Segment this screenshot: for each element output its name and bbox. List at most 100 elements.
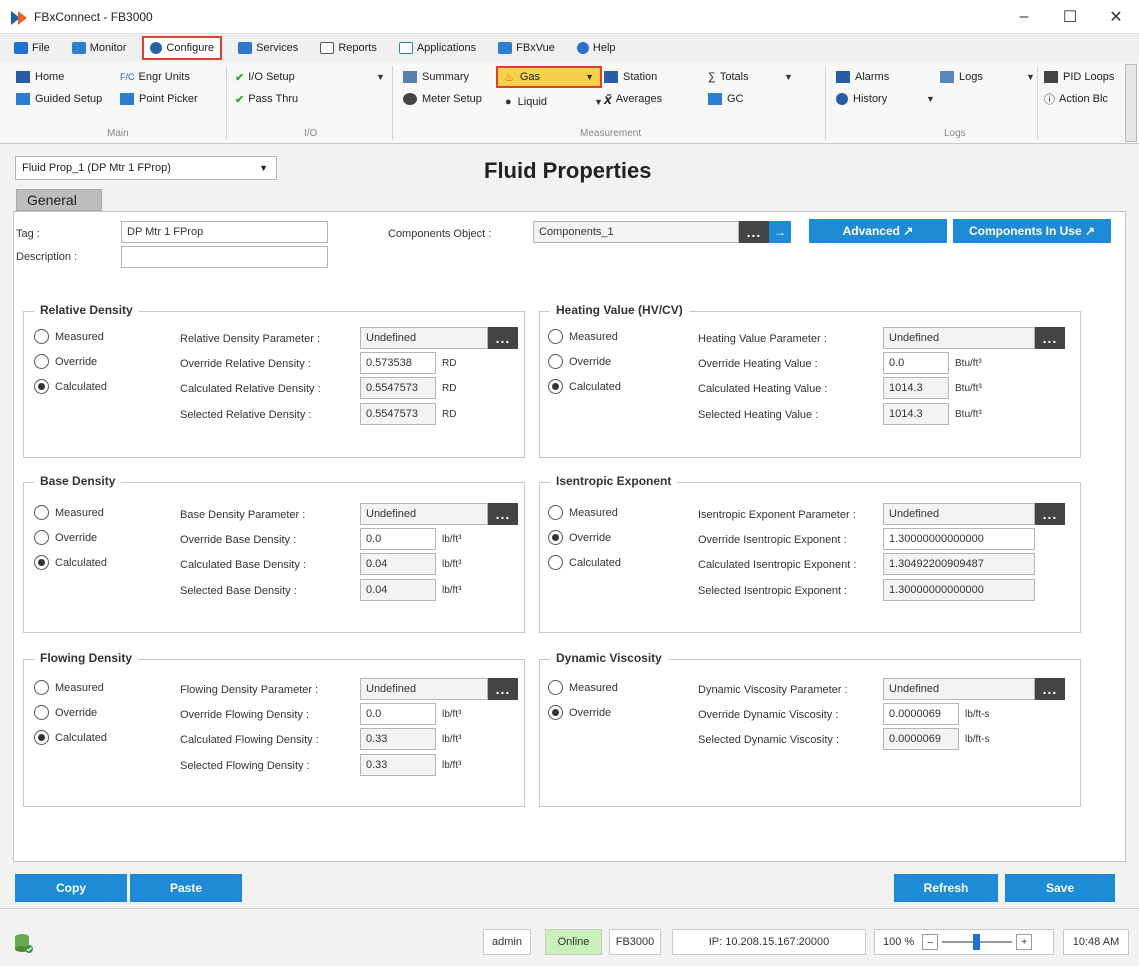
menu-services[interactable]: Services <box>232 36 304 60</box>
fd-override-radio[interactable]: Override <box>34 705 97 720</box>
rd-param-field[interactable]: Undefined <box>360 327 488 349</box>
ribbon-meter-setup[interactable]: Meter Setup <box>403 90 482 108</box>
menu-applications[interactable]: Applications <box>393 36 482 60</box>
advanced-button[interactable]: Advanced ↗ <box>809 219 947 243</box>
ribbon-pid-loops[interactable]: PID Loops <box>1044 68 1114 86</box>
ribbon-scrollbar[interactable] <box>1125 64 1137 142</box>
ribbon-guided-setup[interactable]: Guided Setup <box>16 90 102 108</box>
hv-override-radio[interactable]: Override <box>548 354 611 369</box>
ribbon-averages[interactable]: x̄ Averages <box>604 90 662 108</box>
object-selector[interactable]: Fluid Prop_1 (DP Mtr 1 FProp) ▼ <box>15 156 277 180</box>
tag-input[interactable]: DP Mtr 1 FProp <box>121 221 328 243</box>
zoom-slider-thumb[interactable] <box>973 934 981 950</box>
tab-general[interactable]: General <box>16 189 102 211</box>
chevron-down-icon: ▼ <box>259 163 268 173</box>
ribbon-gc[interactable]: GC <box>708 90 744 108</box>
menu-configure[interactable]: Configure <box>142 36 223 60</box>
ie-param-field[interactable]: Undefined <box>883 503 1035 525</box>
refresh-button[interactable]: Refresh <box>894 874 998 902</box>
ie-measured-radio[interactable]: Measured <box>548 505 618 520</box>
status-time: 10:48 AM <box>1063 929 1129 955</box>
minimize-button[interactable]: – <box>1001 0 1047 34</box>
ribbon-engr-units[interactable]: F/C Engr Units <box>120 68 190 86</box>
dv-param-field[interactable]: Undefined <box>883 678 1035 700</box>
ribbon-gas[interactable]: ♨ Gas ▼ <box>496 66 602 88</box>
group-logs-label: Logs <box>944 128 966 139</box>
zoom-in-button[interactable]: + <box>1016 934 1033 950</box>
close-button[interactable]: ✕ <box>1093 0 1139 34</box>
rd-measured-radio[interactable]: Measured <box>34 329 104 344</box>
copy-button[interactable]: Copy <box>15 874 127 902</box>
liquid-dropdown-arrow[interactable]: ▼ <box>594 93 603 111</box>
menu-file[interactable]: File <box>8 36 56 60</box>
ribbon-liquid[interactable]: ● Liquid <box>505 93 547 111</box>
dv-selected-field: 0.0000069 <box>883 728 959 750</box>
rd-calculated-radio[interactable]: Calculated <box>34 379 107 394</box>
rd-param-browse-button[interactable]: ... <box>488 327 518 349</box>
ribbon-label: I/O Setup <box>248 71 295 83</box>
menu-fbxvue[interactable]: FBxVue <box>492 36 561 60</box>
io-dropdown-arrow[interactable]: ▼ <box>376 68 385 86</box>
components-object-field[interactable]: Components_1 <box>533 221 739 243</box>
description-input[interactable] <box>121 246 328 268</box>
hv-param-browse-button[interactable]: ... <box>1035 327 1065 349</box>
history-dropdown-arrow[interactable]: ▼ <box>926 90 935 108</box>
ribbon-io-setup[interactable]: ✔ I/O Setup <box>235 68 295 86</box>
dv-override-input[interactable]: 0.0000069 <box>883 703 959 725</box>
menu-reports[interactable]: Reports <box>314 36 383 60</box>
zoom-out-button[interactable]: – <box>922 934 939 950</box>
ie-override-input[interactable]: 1.30000000000000 <box>883 528 1035 550</box>
fd-param-browse-button[interactable]: ... <box>488 678 518 700</box>
ie-calculated-radio[interactable]: Calculated <box>548 555 621 570</box>
maximize-button[interactable]: ☐ <box>1047 0 1093 34</box>
hv-measured-radio[interactable]: Measured <box>548 329 618 344</box>
ribbon-summary[interactable]: Summary <box>403 68 469 86</box>
fd-calculated-radio[interactable]: Calculated <box>34 730 107 745</box>
components-in-use-button[interactable]: Components In Use ↗ <box>953 219 1111 243</box>
ie-param-browse-button[interactable]: ... <box>1035 503 1065 525</box>
hv-param-field[interactable]: Undefined <box>883 327 1035 349</box>
hv-calculated-radio[interactable]: Calculated <box>548 379 621 394</box>
components-goto-button[interactable]: → <box>769 221 791 243</box>
ribbon-totals[interactable]: ∑ Totals <box>708 68 749 86</box>
rd-override-input[interactable]: 0.573538 <box>360 352 436 374</box>
hv-override-input[interactable]: 0.0 <box>883 352 949 374</box>
ribbon-label: Gas <box>519 71 541 83</box>
ribbon-home[interactable]: Home <box>16 68 64 86</box>
fd-measured-radio[interactable]: Measured <box>34 680 104 695</box>
bd-override-radio[interactable]: Override <box>34 530 97 545</box>
zoom-slider[interactable] <box>942 934 1013 950</box>
rd-override-radio[interactable]: Override <box>34 354 97 369</box>
fd-param-field[interactable]: Undefined <box>360 678 488 700</box>
menu-label: Configure <box>166 42 215 54</box>
bd-override-input[interactable]: 0.0 <box>360 528 436 550</box>
ribbon-station[interactable]: Station <box>604 68 657 86</box>
ribbon-logs[interactable]: Logs <box>940 68 983 86</box>
ribbon-pass-thru[interactable]: ✔ Pass Thru <box>235 90 298 108</box>
group-io-label: I/O <box>304 128 318 139</box>
save-button[interactable]: Save <box>1005 874 1115 902</box>
ribbon-action-blocks[interactable]: ⓘ Action Blc <box>1044 90 1108 108</box>
logs-dropdown-arrow[interactable]: ▼ <box>1026 68 1035 86</box>
dv-param-browse-button[interactable]: ... <box>1035 678 1065 700</box>
radio-circle <box>548 505 563 520</box>
ribbon-point-picker[interactable]: Point Picker <box>120 90 198 108</box>
totals-dropdown-arrow[interactable]: ▼ <box>784 68 793 86</box>
bd-calculated-radio[interactable]: Calculated <box>34 555 107 570</box>
bd-param-field[interactable]: Undefined <box>360 503 488 525</box>
ribbon-label: Station <box>623 71 658 83</box>
ie-override-radio[interactable]: Override <box>548 530 611 545</box>
paste-button[interactable]: Paste <box>130 874 242 902</box>
fd-override-input[interactable]: 0.0 <box>360 703 436 725</box>
menu-monitor[interactable]: Monitor <box>66 36 133 60</box>
components-browse-button[interactable]: ... <box>739 221 769 243</box>
dv-measured-radio[interactable]: Measured <box>548 680 618 695</box>
ribbon-alarms[interactable]: Alarms <box>836 68 889 86</box>
dv-override-radio[interactable]: Override <box>548 705 611 720</box>
database-connected-icon <box>14 933 33 953</box>
ribbon-history[interactable]: History <box>836 90 887 108</box>
menu-help[interactable]: Help <box>571 36 622 60</box>
hv-calc-field: 1014.3 <box>883 377 949 399</box>
bd-param-browse-button[interactable]: ... <box>488 503 518 525</box>
bd-measured-radio[interactable]: Measured <box>34 505 104 520</box>
